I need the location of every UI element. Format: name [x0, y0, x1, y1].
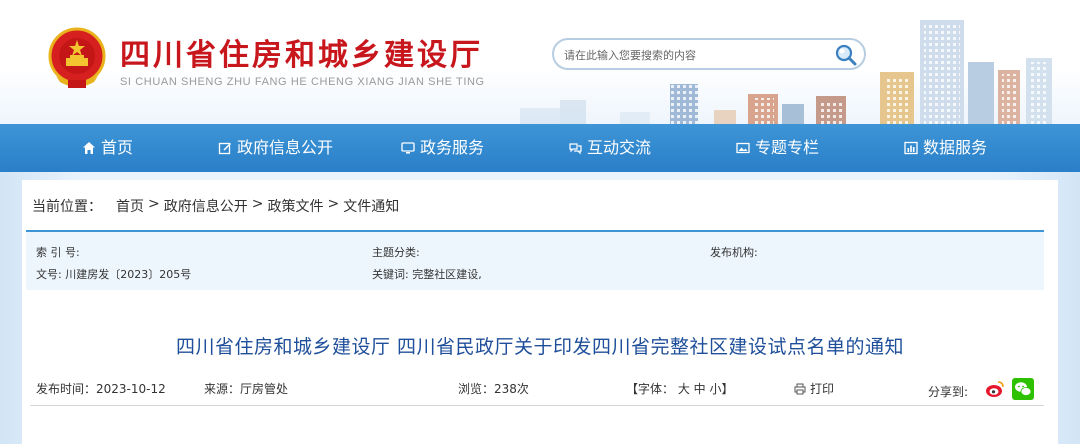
source-label: 来源：	[204, 382, 241, 396]
breadcrumb-lead: 当前位置：	[32, 199, 102, 215]
nav-item-label: 数据服务	[923, 138, 988, 157]
site-header: 四川省住房和城乡建设厅 SI CHUAN SHENG ZHU FANG HE C…	[0, 0, 1080, 124]
monitor-icon	[401, 142, 415, 154]
publish-date-label: 发布时间：	[36, 382, 97, 396]
meta-topic-label: 主题分类:	[372, 246, 420, 259]
nav-item-data-service[interactable]: 数据服务	[904, 124, 987, 172]
meta-keywords-value: 完整社区建设,	[412, 268, 482, 281]
nav-item-gov-info[interactable]: 政府信息公开	[218, 124, 333, 172]
meta-index: 索 引 号:	[36, 244, 80, 260]
nav-item-interaction[interactable]: 互动交流	[568, 124, 651, 172]
meta-docno: 文号: 川建房发〔2023〕205号	[36, 266, 191, 282]
breadcrumb-separator: >	[327, 196, 340, 212]
print-button[interactable]: 打印	[794, 380, 834, 397]
meta-docno-label: 文号:	[36, 268, 62, 281]
meta-keywords: 关键词: 完整社区建设,	[372, 266, 482, 282]
breadcrumb-separator: >	[148, 196, 160, 212]
nav-item-label: 互动交流	[587, 138, 652, 157]
view-count-value: 238次	[494, 382, 529, 396]
home-icon	[83, 142, 95, 154]
breadcrumb-separator: >	[251, 196, 264, 212]
meta-topic: 主题分类:	[372, 244, 420, 260]
nav-item-label: 政府信息公开	[237, 138, 334, 157]
divider	[30, 405, 1044, 406]
chat-icon	[569, 143, 582, 155]
nav-item-special-topics[interactable]: 专题专栏	[736, 124, 819, 172]
publish-date-value: 2023-10-12	[96, 382, 166, 396]
national-emblem-icon	[48, 27, 106, 88]
document-meta-box: 索 引 号: 主题分类: 发布机构: 文号: 川建房发〔2023〕205号 关键…	[26, 230, 1044, 290]
edit-icon	[218, 142, 232, 155]
nav-item-label: 专题专栏	[755, 138, 820, 157]
nav-item-home[interactable]: 首页	[82, 124, 133, 172]
share-label: 分享到:	[928, 385, 969, 399]
print-label: 打印	[810, 382, 835, 396]
meta-publisher: 发布机构:	[710, 244, 758, 260]
image-icon	[736, 142, 750, 154]
nav-item-gov-service[interactable]: 政务服务	[401, 124, 484, 172]
breadcrumb-item[interactable]: 政府信息公开	[164, 196, 248, 216]
breadcrumb-item[interactable]: 政策文件	[267, 196, 323, 216]
document-title: 四川省住房和城乡建设厅 四川省民政厅关于印发四川省完整社区建设试点名单的通知	[175, 336, 905, 358]
publish-date: 发布时间：2023-10-12	[36, 380, 166, 397]
meta-docno-value: 川建房发〔2023〕205号	[65, 268, 192, 281]
wechat-icon[interactable]	[1012, 378, 1034, 400]
view-count: 浏览：238次	[458, 380, 529, 397]
main-nav: 首页 政府信息公开 政务服务 互动交流 专题专栏 数据服务	[0, 124, 1080, 172]
meta-keywords-label: 关键词:	[372, 268, 409, 281]
font-size-switcher[interactable]: 【字体： 大 中 小】	[626, 380, 733, 397]
nav-item-label: 政务服务	[420, 138, 485, 157]
site-title: 四川省住房和城乡建设厅	[120, 38, 483, 73]
view-count-label: 浏览：	[458, 382, 495, 396]
city-skyline-illustration	[520, 20, 1052, 124]
source: 来源：厅房管处	[204, 380, 288, 397]
breadcrumb-item[interactable]: 文件通知	[343, 196, 399, 216]
meta-publisher-label: 发布机构:	[710, 246, 758, 259]
weibo-icon[interactable]	[984, 378, 1006, 400]
chart-icon	[904, 141, 918, 155]
site-pinyin-subtitle: SI CHUAN SHENG ZHU FANG HE CHENG XIANG J…	[120, 76, 485, 88]
printer-icon	[794, 383, 806, 394]
meta-index-label: 索 引 号:	[36, 246, 80, 259]
breadcrumb-item[interactable]: 首页	[116, 196, 144, 216]
breadcrumb: 当前位置： 首页 > 政府信息公开 > 政策文件 > 文件通知	[32, 196, 399, 216]
source-value: 厅房管处	[240, 382, 289, 396]
nav-item-label: 首页	[101, 138, 134, 157]
